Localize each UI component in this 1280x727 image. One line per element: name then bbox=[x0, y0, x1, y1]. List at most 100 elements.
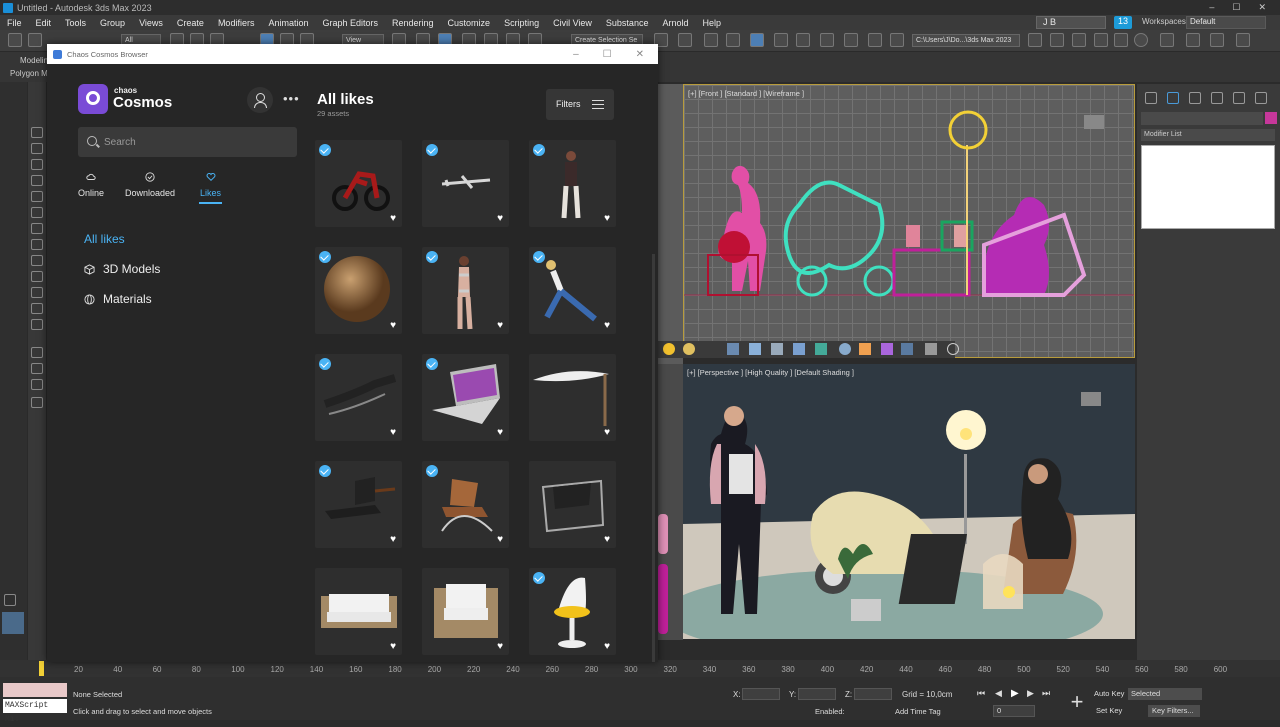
minimize-button[interactable]: – bbox=[1209, 2, 1214, 13]
tab-downloaded[interactable]: Downloaded bbox=[125, 172, 175, 198]
cosmos-minimize-button[interactable]: – bbox=[573, 49, 579, 60]
save-file-icon[interactable] bbox=[1072, 33, 1086, 47]
ribbon-toggle-icon[interactable] bbox=[750, 33, 764, 47]
workspace-dropdown[interactable]: Default bbox=[1186, 16, 1266, 29]
modifier-list-dropdown[interactable]: Modifier List bbox=[1141, 129, 1275, 141]
cosmos-icon[interactable] bbox=[1094, 33, 1108, 47]
y-coordinate-field[interactable] bbox=[798, 688, 836, 700]
asset-card-wood-sphere[interactable]: ♥ bbox=[315, 247, 402, 334]
heart-icon[interactable]: ♥ bbox=[604, 427, 610, 438]
next-frame-icon[interactable]: ▶ bbox=[1027, 688, 1034, 699]
menu-help[interactable]: Help bbox=[695, 18, 728, 28]
front-viewport[interactable]: [+] [Front ] [Standard ] [Wireframe ] bbox=[683, 84, 1135, 358]
asset-card-wassily-chair[interactable]: ♥ bbox=[529, 461, 616, 548]
asset-card-lounge-chair[interactable]: ♥ bbox=[315, 461, 402, 548]
set-key-button[interactable]: Set Key bbox=[1096, 706, 1122, 715]
menu-tools[interactable]: Tools bbox=[58, 18, 93, 28]
modify-tab-icon[interactable] bbox=[1167, 92, 1179, 104]
asset-card-parasol[interactable]: ♥ bbox=[529, 354, 616, 441]
toolbar-extra-2-icon[interactable] bbox=[1236, 33, 1250, 47]
timeline[interactable]: 20 40 60 80 100 120 140 160 180 200 220 240 260 280 30… bbox=[0, 660, 1280, 677]
grid-icon[interactable] bbox=[727, 343, 739, 355]
project-folder-icon[interactable] bbox=[1028, 33, 1042, 47]
heart-icon[interactable]: ♥ bbox=[390, 320, 396, 331]
shapes-icon[interactable] bbox=[31, 175, 43, 186]
time-slider[interactable] bbox=[39, 661, 44, 676]
groups-icon[interactable] bbox=[31, 255, 43, 266]
nav-3d-models[interactable]: 3D Models bbox=[84, 262, 160, 276]
maximize-button[interactable]: ☐ bbox=[1232, 2, 1240, 13]
menu-views[interactable]: Views bbox=[132, 18, 170, 28]
notifications-badge[interactable]: 13 bbox=[1114, 16, 1133, 29]
geometry-icon[interactable] bbox=[31, 159, 43, 170]
object-name-field[interactable] bbox=[1141, 112, 1263, 125]
menu-graph-editors[interactable]: Graph Editors bbox=[315, 18, 385, 28]
z-coordinate-field[interactable] bbox=[854, 688, 892, 700]
schematic-view-icon[interactable] bbox=[796, 33, 810, 47]
render-region-icon[interactable] bbox=[901, 343, 913, 355]
key-selection-dropdown[interactable]: Selected bbox=[1128, 688, 1202, 700]
current-frame-field[interactable]: 0 bbox=[993, 705, 1035, 717]
more-options-icon[interactable]: ••• bbox=[283, 91, 300, 106]
asset-card-woman-standing[interactable]: ♥ bbox=[529, 140, 616, 227]
spacewarps-icon[interactable] bbox=[31, 239, 43, 250]
cosmos-close-button[interactable]: ✕ bbox=[636, 49, 644, 60]
x-coordinate-field[interactable] bbox=[742, 688, 780, 700]
asset-card-wicker-sofa[interactable]: ♥ bbox=[315, 568, 402, 655]
perspective-viewport-label[interactable]: [+] [Perspective ] [High Quality ] [Defa… bbox=[687, 368, 854, 377]
menu-edit[interactable]: Edit bbox=[29, 18, 59, 28]
maxscript-listener-output[interactable] bbox=[3, 683, 67, 697]
project-path-dropdown[interactable]: C:\Users\J\Do...\3ds Max 2023 bbox=[912, 34, 1020, 47]
layer-explorer-icon[interactable] bbox=[726, 33, 740, 47]
menu-rendering[interactable]: Rendering bbox=[385, 18, 441, 28]
utilities-tab-icon[interactable] bbox=[1255, 92, 1267, 104]
asset-card-barcelona-chair[interactable]: ♥ bbox=[422, 461, 509, 548]
vray-icon[interactable] bbox=[1114, 33, 1128, 47]
tab-likes[interactable]: Likes bbox=[199, 172, 223, 204]
filter-icon[interactable] bbox=[31, 397, 43, 408]
play-icon[interactable]: ▶ bbox=[1011, 688, 1019, 699]
asset-card-wicker-armchair[interactable]: ♥ bbox=[422, 568, 509, 655]
curve-editor-icon[interactable] bbox=[774, 33, 788, 47]
display-all-icon[interactable] bbox=[31, 319, 43, 330]
heart-icon[interactable]: ♥ bbox=[604, 641, 610, 652]
asset-card-woman-stretching[interactable]: ♥ bbox=[529, 247, 616, 334]
hierarchy-icon[interactable] bbox=[31, 347, 43, 358]
asset-card-laptop[interactable]: ♥ bbox=[422, 354, 509, 441]
create-tab-icon[interactable] bbox=[1145, 92, 1157, 104]
palette-icon[interactable] bbox=[859, 343, 871, 355]
display-tab-icon[interactable] bbox=[1233, 92, 1245, 104]
toolbar-extra-icon[interactable] bbox=[1210, 33, 1224, 47]
heart-icon[interactable]: ♥ bbox=[497, 534, 503, 545]
sphere-icon[interactable] bbox=[793, 343, 805, 355]
collapse-icon[interactable] bbox=[4, 594, 16, 606]
menu-scripting[interactable]: Scripting bbox=[497, 18, 546, 28]
heart-icon[interactable]: ♥ bbox=[390, 641, 396, 652]
redo-icon[interactable] bbox=[28, 33, 42, 47]
asset-card-tulip-chair[interactable]: ♥ bbox=[529, 568, 616, 655]
invert-icon[interactable] bbox=[31, 363, 43, 374]
nav-materials[interactable]: Materials bbox=[84, 292, 152, 306]
lighting-analysis-icon[interactable] bbox=[1160, 33, 1174, 47]
render-production-icon[interactable] bbox=[890, 33, 904, 47]
check-icon[interactable] bbox=[1134, 33, 1148, 47]
menu-file[interactable]: File bbox=[0, 18, 29, 28]
layers-icon[interactable] bbox=[1186, 33, 1200, 47]
help-icon[interactable] bbox=[947, 343, 959, 355]
cosmos-maximize-button[interactable]: ☐ bbox=[603, 49, 612, 60]
user-profile-icon[interactable] bbox=[247, 87, 273, 113]
cameras-icon[interactable] bbox=[31, 207, 43, 218]
select-icon[interactable] bbox=[31, 127, 43, 138]
menu-arnold[interactable]: Arnold bbox=[655, 18, 695, 28]
perspective-viewport[interactable]: [+] [Perspective ] [High Quality ] [Defa… bbox=[683, 364, 1135, 639]
hierarchy-tab-icon[interactable] bbox=[1189, 92, 1201, 104]
texture-icon[interactable] bbox=[881, 343, 893, 355]
light-icon[interactable] bbox=[749, 343, 761, 355]
heart-icon[interactable]: ♥ bbox=[390, 213, 396, 224]
containers-icon[interactable] bbox=[31, 287, 43, 298]
tab-online[interactable]: Online bbox=[78, 172, 104, 198]
bones-icon[interactable] bbox=[31, 271, 43, 282]
prev-frame-icon[interactable]: ◀ bbox=[995, 688, 1002, 699]
align-icon[interactable] bbox=[678, 33, 692, 47]
asset-grid-scrollbar[interactable] bbox=[652, 254, 655, 662]
